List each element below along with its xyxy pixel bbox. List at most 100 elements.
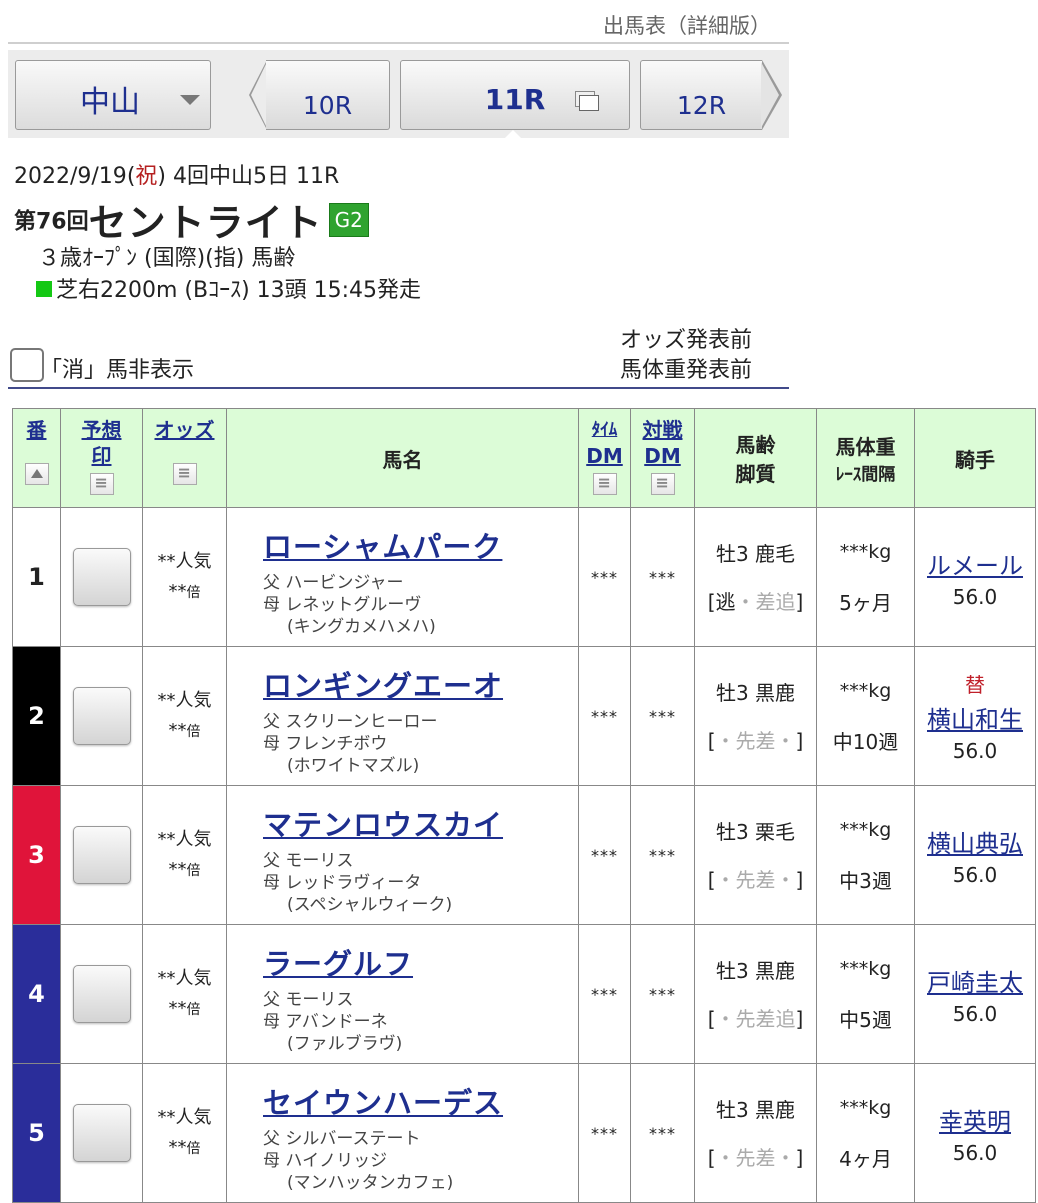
prediction-mark-button[interactable]	[72, 1104, 131, 1162]
horse-name-link[interactable]: マテンロウスカイ	[263, 802, 578, 844]
race-interval: 5ヶ月	[839, 590, 892, 615]
table-row: 2 **人気 **倍 ロンギングエーオ父 スクリーンヒーロー母 フレンチボウ (ホワイト…	[12, 646, 1036, 786]
horse-name-link[interactable]: ローシャムパーク	[263, 524, 578, 566]
time-dm: ***	[578, 646, 631, 786]
sort-num-link[interactable]: 番	[13, 417, 60, 443]
odds-value: **	[168, 997, 187, 1019]
dam: 母 アバンドーネ	[263, 1012, 388, 1032]
jockey-link[interactable]: 幸英明	[915, 1102, 1035, 1137]
col-age: 馬齢 脚質	[694, 408, 817, 508]
mark-cell	[60, 646, 143, 786]
time-dm: ***	[578, 1063, 631, 1203]
sort-mark-icon[interactable]	[89, 473, 114, 495]
running-style: [・先差・]	[707, 867, 804, 892]
style-part: ・	[775, 728, 796, 753]
vs-dm: ***	[630, 1063, 695, 1203]
prediction-mark-button[interactable]	[72, 826, 131, 884]
col-vs-dm: 対戦 DM	[630, 408, 695, 508]
popularity: **人気	[157, 550, 212, 572]
style-part: ・先差追	[715, 1006, 796, 1031]
odds-cell: **人気 **倍	[142, 646, 227, 786]
style-part: ・	[715, 1145, 736, 1170]
dam-sire: (ホワイトマズル)	[287, 756, 420, 776]
sort-odds-link[interactable]: オッズ	[143, 417, 226, 443]
pedigree: 父 シルバーステート母 ハイノリッジ (マンハッタンカフェ)	[263, 1128, 578, 1194]
weight-cell: ***kg 4ヶ月	[816, 1063, 915, 1203]
horse-number: 1	[12, 507, 61, 647]
col-jockey: 騎手	[914, 408, 1036, 508]
sort-time-dm-icon[interactable]	[592, 473, 617, 495]
body-weight: ***kg	[839, 1096, 892, 1119]
page-header: 出馬表（詳細版）	[8, 0, 789, 44]
hide-scratched-checkbox[interactable]	[10, 348, 44, 382]
odds-cell: **人気 **倍	[142, 785, 227, 925]
prev-race-button[interactable]: 10R	[266, 60, 390, 130]
sire: 父 モーリス	[263, 990, 354, 1010]
current-race-button[interactable]: 11R	[400, 60, 630, 130]
style-part: 先	[735, 1145, 756, 1170]
col-num: 番	[12, 408, 61, 508]
body-weight: ***kg	[839, 540, 892, 563]
table-row: 4 **人気 **倍 ラーグルフ父 モーリス母 アバンドーネ (ファルブラヴ) *** **…	[12, 924, 1036, 1064]
carried-weight: 56.0	[952, 1001, 998, 1026]
sex-age-color: 牡3 黒鹿	[715, 680, 796, 705]
venue-label: 中山	[80, 85, 140, 120]
mark-cell	[60, 1063, 143, 1203]
horse-cell: ローシャムパーク父 ハービンジャー母 レネットグルーヴ (キングカメハメハ)	[226, 507, 579, 647]
col-mark: 予想印	[60, 408, 143, 508]
horse-number: 5	[12, 1063, 61, 1203]
age-cell: 牡3 栗毛 [・先差・]	[694, 785, 817, 925]
sort-vs-dm-link[interactable]: 対戦 DM	[631, 417, 694, 469]
running-style: [・先差追]	[707, 1006, 804, 1031]
jockey-link[interactable]: 戸崎圭太	[915, 963, 1035, 998]
mark-cell	[60, 785, 143, 925]
pedigree: 父 スクリーンヒーロー母 フレンチボウ (ホワイトマズル)	[263, 711, 578, 777]
race-date: 2022/9/19	[14, 164, 127, 189]
hide-scratched-label: 「消」馬非表示	[40, 358, 195, 383]
style-part: ・先差・	[715, 867, 796, 892]
pedigree: 父 モーリス母 レッドラヴィータ (スペシャルウィーク)	[263, 850, 578, 916]
col-horse: 馬名	[226, 408, 579, 508]
horse-name-link[interactable]: ロンギングエーオ	[263, 663, 578, 705]
dam-sire: (キングカメハメハ)	[287, 617, 436, 637]
sort-vs-dm-icon[interactable]	[650, 473, 675, 495]
odds-unit: 倍	[186, 1001, 201, 1018]
odds-value: **	[168, 1136, 187, 1158]
dam: 母 レッドラヴィータ	[263, 873, 422, 893]
odds-cell: **人気 **倍	[142, 507, 227, 647]
sort-up-icon[interactable]	[24, 463, 49, 485]
jockey-link[interactable]: 横山和生	[915, 700, 1035, 735]
entries-table: 番 予想印 オッズ 馬名 ﾀｲﾑDM 対戦DM	[12, 408, 1036, 1203]
sex-age-color: 牡3 鹿毛	[715, 541, 796, 566]
jockey-change-badge: 替	[965, 673, 985, 697]
jockey-link[interactable]: 横山典弘	[915, 824, 1035, 859]
time-dm: ***	[578, 785, 631, 925]
sort-odds-icon[interactable]	[172, 463, 197, 485]
horse-cell: マテンロウスカイ父 モーリス母 レッドラヴィータ (スペシャルウィーク)	[226, 785, 579, 925]
sire: 父 モーリス	[263, 851, 354, 871]
col-odds: オッズ	[142, 408, 227, 508]
weight-cell: ***kg 中3週	[816, 785, 915, 925]
jockey-link[interactable]: ルメール	[915, 546, 1035, 581]
popularity: **人気	[157, 828, 212, 850]
horse-name-link[interactable]: セイウンハーデス	[263, 1080, 578, 1122]
pedigree: 父 モーリス母 アバンドーネ (ファルブラヴ)	[263, 989, 578, 1055]
age-cell: 牡3 黒鹿 [・先差・]	[694, 1063, 817, 1203]
dropdown-arrow-icon	[180, 95, 200, 105]
next-race-button[interactable]: 12R	[640, 60, 762, 130]
prediction-mark-button[interactable]	[72, 687, 131, 745]
venue-select[interactable]: 中山	[15, 60, 211, 130]
sort-mark-link[interactable]: 予想印	[61, 417, 142, 469]
prediction-mark-button[interactable]	[72, 965, 131, 1023]
weight-status: 馬体重発表前	[620, 358, 753, 383]
current-indicator	[504, 130, 522, 139]
sort-time-dm-link[interactable]: ﾀｲﾑ DM	[579, 417, 630, 469]
dam-sire: (マンハッタンカフェ)	[287, 1173, 454, 1193]
sire: 父 ハービンジャー	[263, 573, 404, 593]
horse-name-link[interactable]: ラーグルフ	[263, 941, 578, 983]
prev-race-label: 10R	[302, 91, 353, 120]
dam: 母 フレンチボウ	[263, 734, 388, 754]
pedigree: 父 ハービンジャー母 レネットグルーヴ (キングカメハメハ)	[263, 572, 578, 638]
race-course-line: 芝右2200m (Bｺｰｽ) 13頭 15:45発走	[36, 272, 421, 304]
prediction-mark-button[interactable]	[72, 548, 131, 606]
